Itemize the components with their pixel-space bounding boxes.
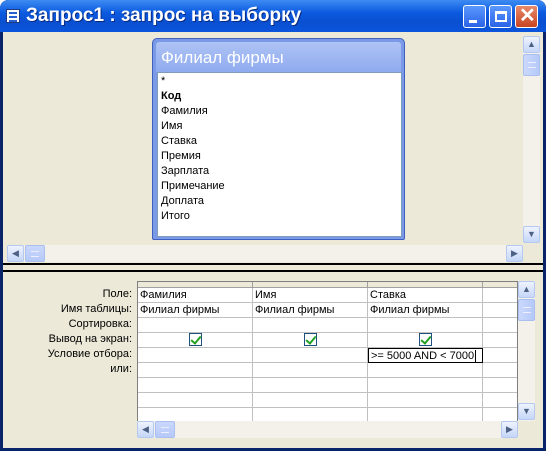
minimize-icon [469, 20, 477, 23]
table-title: Филиал фирмы [161, 48, 284, 67]
criteria-cell[interactable] [253, 348, 368, 363]
row-label-show: Вывод на экран: [48, 333, 132, 345]
query-design-frame: Филиал фирмы * Код Фамилия Имя Ставка Пр… [3, 32, 543, 448]
or-cell[interactable] [138, 363, 253, 378]
scroll-up-button[interactable]: ▲ [523, 36, 540, 53]
arrow-down-icon: ▼ [522, 406, 531, 416]
show-cell [253, 333, 368, 348]
arrow-left-icon: ◀ [12, 248, 19, 258]
query-window-icon[interactable] [6, 9, 20, 23]
arrow-right-icon: ▶ [511, 248, 518, 258]
grid-vertical-scrollbar[interactable]: ▲ ▼ [518, 281, 535, 421]
table-header[interactable]: Филиал фирмы [156, 42, 401, 72]
minimize-button[interactable] [463, 5, 486, 28]
or-cell[interactable] [368, 363, 483, 378]
empty-cell[interactable] [483, 393, 517, 408]
show-cell[interactable] [483, 333, 517, 348]
text-caret [475, 350, 477, 363]
arrow-up-icon: ▲ [522, 284, 531, 294]
sort-cell[interactable] [368, 318, 483, 333]
arrow-up-icon: ▲ [527, 39, 536, 49]
empty-cell[interactable] [253, 393, 368, 408]
window-title: Запрос1 : запрос на выборку [26, 5, 302, 26]
query-window: Запрос1 : запрос на выборку ✕ Филиал фир… [0, 0, 546, 451]
scroll-left-button[interactable]: ◀ [137, 421, 154, 438]
show-checkbox[interactable] [419, 333, 432, 346]
empty-cell[interactable] [253, 378, 368, 393]
maximize-button[interactable] [489, 5, 512, 28]
field-item[interactable]: Ставка [161, 134, 197, 149]
scroll-left-button[interactable]: ◀ [7, 245, 24, 262]
scroll-down-button[interactable]: ▼ [518, 403, 535, 420]
field-item[interactable]: Примечание [161, 179, 225, 194]
empty-cell[interactable] [368, 378, 483, 393]
sort-cell[interactable] [483, 318, 517, 333]
arrow-right-icon: ▶ [506, 424, 513, 434]
maximize-icon [495, 11, 507, 22]
empty-cell[interactable] [138, 393, 253, 408]
arrow-left-icon: ◀ [142, 424, 149, 434]
empty-cell[interactable] [138, 378, 253, 393]
field-cell[interactable] [483, 288, 517, 303]
empty-cell[interactable] [368, 393, 483, 408]
table-cell[interactable]: Филиал фирмы [368, 303, 483, 318]
row-label-criteria: Условие отбора: [47, 348, 132, 360]
show-cell [368, 333, 483, 348]
title-bar[interactable]: Запрос1 : запрос на выборку ✕ [0, 0, 546, 32]
field-cell[interactable]: Ставка [368, 288, 483, 303]
table-field-list[interactable]: Филиал фирмы * Код Фамилия Имя Ставка Пр… [152, 38, 405, 240]
empty-cell[interactable] [483, 378, 517, 393]
field-cell[interactable]: Фамилия [138, 288, 253, 303]
show-checkbox[interactable] [304, 333, 317, 346]
row-label-or: или: [110, 363, 132, 375]
show-cell [138, 333, 253, 348]
scroll-up-button[interactable]: ▲ [518, 281, 535, 298]
field-item[interactable]: Имя [161, 119, 182, 134]
field-list[interactable]: * Код Фамилия Имя Ставка Премия Зарплата… [157, 72, 402, 237]
or-cell[interactable] [253, 363, 368, 378]
sort-cell[interactable] [138, 318, 253, 333]
grid-horizontal-scrollbar[interactable]: ◀ ▶ [137, 421, 518, 438]
field-item[interactable]: Итого [161, 209, 190, 224]
criteria-cell-active[interactable]: >= 5000 AND < 7000 [368, 348, 483, 363]
row-label-field: Поле: [102, 288, 132, 300]
scroll-thumb[interactable] [518, 299, 535, 321]
scroll-down-button[interactable]: ▼ [523, 226, 540, 243]
pane-splitter[interactable] [3, 263, 543, 272]
table-pane[interactable]: Филиал фирмы * Код Фамилия Имя Ставка Пр… [3, 32, 543, 262]
field-item[interactable]: Премия [161, 149, 201, 164]
scroll-right-button[interactable]: ▶ [501, 421, 518, 438]
close-button[interactable]: ✕ [515, 5, 538, 28]
row-label-table: Имя таблицы: [60, 303, 132, 315]
criteria-cell[interactable] [483, 348, 517, 363]
table-cell[interactable] [483, 303, 517, 318]
criteria-cell[interactable] [138, 348, 253, 363]
field-cell[interactable]: Имя [253, 288, 368, 303]
top-vertical-scrollbar[interactable]: ▲ ▼ [523, 36, 540, 243]
scroll-thumb[interactable] [523, 54, 540, 76]
scroll-thumb[interactable] [155, 421, 175, 438]
table-cell[interactable]: Филиал фирмы [138, 303, 253, 318]
arrow-down-icon: ▼ [527, 229, 536, 239]
top-horizontal-scrollbar[interactable]: ◀ ▶ [7, 245, 523, 262]
table-cell[interactable]: Филиал фирмы [253, 303, 368, 318]
sort-cell[interactable] [253, 318, 368, 333]
row-label-sort: Сортировка: [68, 318, 132, 330]
scroll-thumb[interactable] [25, 245, 45, 262]
field-item[interactable]: Зарплата [161, 164, 209, 179]
show-checkbox[interactable] [189, 333, 202, 346]
scroll-right-button[interactable]: ▶ [506, 245, 523, 262]
criteria-text: >= 5000 AND < 7000 [371, 350, 475, 362]
field-item[interactable]: Код [161, 89, 181, 104]
close-icon: ✕ [519, 5, 536, 27]
query-design-grid[interactable]: Фамилия Филиал фирмы Имя Филиал фирмы Ст… [137, 281, 518, 429]
or-cell[interactable] [483, 363, 517, 378]
field-item[interactable]: Фамилия [161, 104, 208, 119]
field-item[interactable]: Доплата [161, 194, 204, 209]
field-item[interactable]: * [161, 74, 165, 89]
